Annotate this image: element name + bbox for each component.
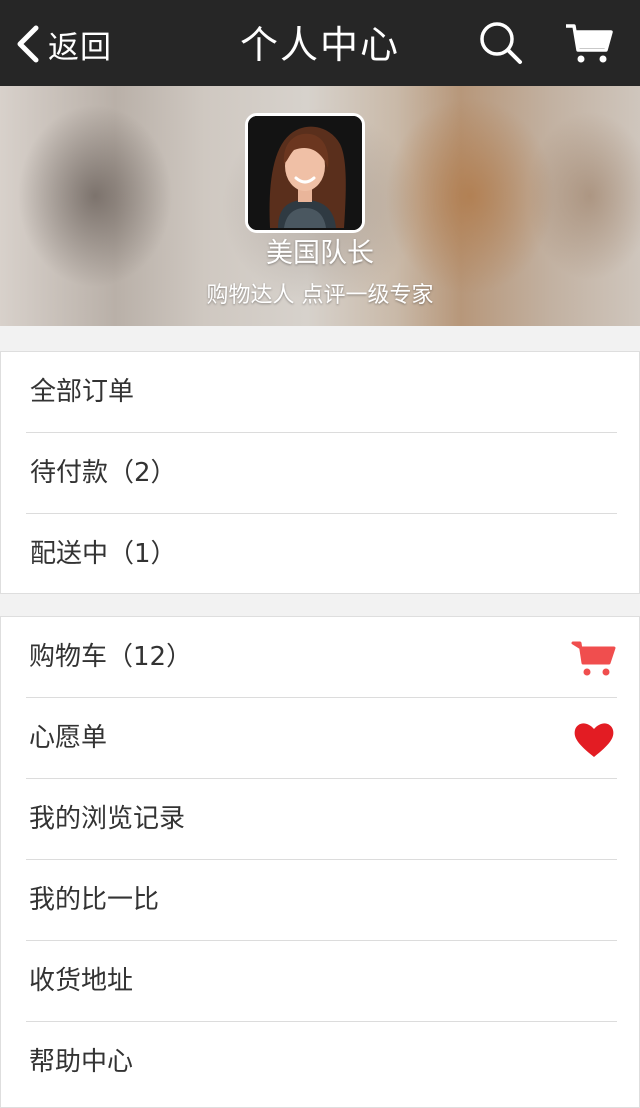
heart-icon — [574, 723, 614, 757]
menu-item-cart[interactable]: 购物车（12） — [1, 617, 639, 698]
top-navigation-bar: 返回 个人中心 — [0, 0, 640, 86]
menu-item-label: 帮助中心 — [29, 1047, 134, 1077]
menu-item-label: 心愿单 — [29, 723, 108, 753]
menu-item-label: 我的比一比 — [29, 885, 160, 915]
avatar[interactable] — [245, 113, 365, 233]
shopping-cart-icon — [571, 641, 616, 676]
menu-item-label: 购物车（12） — [29, 642, 193, 672]
account-menu: 购物车（12） 心愿单 我的浏览记录 我的比一比 收货地址 帮助中心 — [0, 616, 640, 1108]
menu-item-label: 我的浏览记录 — [29, 804, 186, 834]
menu-item-shipping-address[interactable]: 收货地址 — [1, 941, 639, 1022]
avatar-photo — [248, 116, 362, 230]
profile-header: 美国队长 购物达人 点评一级专家 — [0, 86, 640, 326]
menu-item-label: 收货地址 — [29, 966, 134, 996]
menu-item-browsing-history[interactable]: 我的浏览记录 — [1, 779, 639, 860]
menu-item-label: 全部订单 — [30, 377, 135, 407]
menu-item-help-center[interactable]: 帮助中心 — [1, 1022, 639, 1103]
shopping-cart-icon[interactable] — [564, 20, 614, 66]
menu-item-label: 配送中（1） — [30, 539, 177, 569]
menu-item-in-delivery[interactable]: 配送中（1） — [1, 514, 639, 595]
search-icon[interactable] — [478, 20, 524, 66]
profile-name: 美国队长 — [266, 238, 374, 269]
menu-item-wishlist[interactable]: 心愿单 — [1, 698, 639, 779]
page-title: 个人中心 — [239, 23, 400, 67]
menu-item-compare[interactable]: 我的比一比 — [1, 860, 639, 941]
menu-item-label: 待付款（2） — [30, 458, 177, 488]
menu-item-pending-payment[interactable]: 待付款（2） — [1, 433, 639, 514]
menu-item-all-orders[interactable]: 全部订单 — [1, 352, 639, 433]
order-menu: 全部订单 待付款（2） 配送中（1） — [0, 351, 640, 594]
profile-subtitle: 购物达人 点评一级专家 — [206, 283, 434, 308]
